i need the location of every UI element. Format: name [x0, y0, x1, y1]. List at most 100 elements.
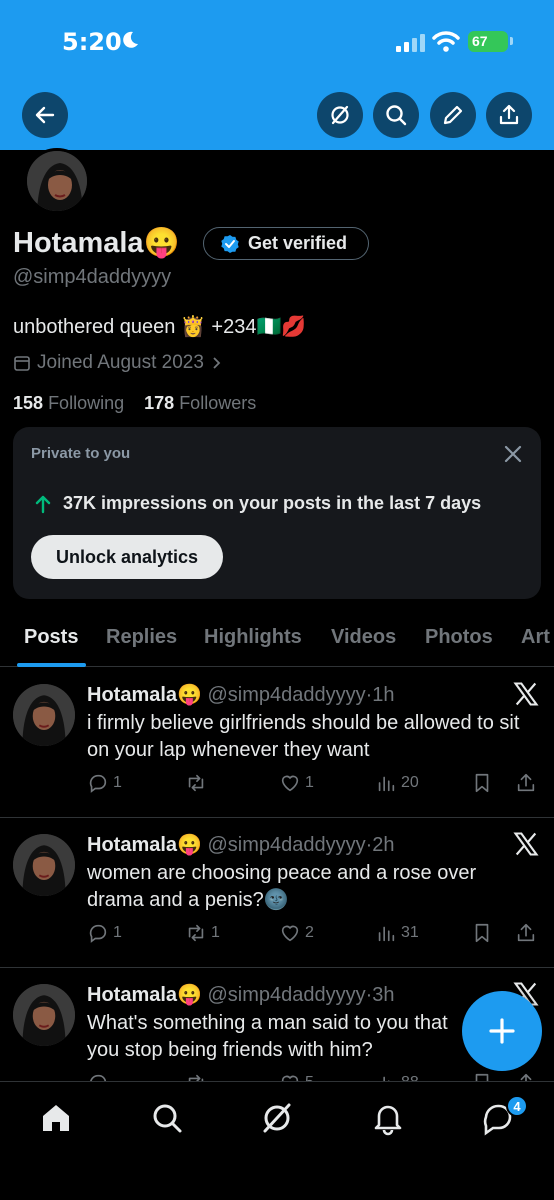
tab-photos[interactable]: Photos: [425, 626, 493, 649]
like-count: 2: [305, 924, 314, 941]
avatar[interactable]: [13, 684, 75, 746]
share-icon: [499, 104, 519, 125]
grok-icon: [331, 105, 349, 125]
x-logo-icon[interactable]: [512, 830, 540, 858]
reply-button[interactable]: 1: [87, 922, 122, 944]
views-icon: [378, 926, 395, 942]
repost-button[interactable]: [185, 772, 211, 794]
profile-name: Hotamala😛: [13, 227, 180, 259]
repost-icon: [188, 924, 204, 942]
like-count: 1: [305, 774, 314, 791]
views-count: 31: [401, 924, 419, 941]
followers-label: Followers: [179, 393, 257, 413]
tab-highlights[interactable]: Highlights: [204, 626, 302, 649]
search-icon[interactable]: [149, 1100, 185, 1136]
following-label: Following: [48, 393, 125, 413]
avatar[interactable]: [13, 834, 75, 896]
views-icon: [378, 776, 395, 792]
chevron-right-icon: [213, 357, 221, 369]
profile-handle: @simp4daddyyyy: [13, 266, 172, 288]
post-actions: 1 1 20: [87, 772, 542, 800]
bookmark-button[interactable]: [471, 922, 493, 944]
verified-badge-icon: [221, 234, 239, 253]
calendar-icon: [14, 356, 30, 371]
repost-icon: [188, 774, 204, 792]
share-button[interactable]: [486, 92, 532, 138]
bookmark-icon: [475, 923, 489, 943]
grok-button[interactable]: [317, 92, 363, 138]
plus-icon: [489, 1018, 515, 1044]
battery-indicator: 67: [468, 31, 508, 52]
post-item[interactable]: Hotamala😛 @simp4daddyyyy·2h women are ch…: [0, 818, 554, 968]
views-button[interactable]: 20: [375, 772, 419, 794]
status-time: 5:20: [62, 28, 122, 56]
joined-date[interactable]: Joined August 2023: [13, 352, 222, 374]
like-button[interactable]: 2: [279, 922, 314, 944]
wifi-icon: [432, 31, 460, 52]
tab-videos[interactable]: Videos: [331, 626, 396, 649]
reply-icon: [89, 774, 107, 793]
following-count: 158: [13, 393, 44, 413]
post-header: Hotamala😛 @simp4daddyyyy·1h: [87, 682, 395, 707]
post-text: i firmly believe girlfriends should be a…: [87, 712, 520, 761]
bottom-navigation: [0, 1081, 554, 1200]
post-author: Hotamala😛: [87, 684, 202, 706]
x-logo-icon[interactable]: [512, 680, 540, 708]
battery-cap: [510, 37, 513, 45]
back-button[interactable]: [22, 92, 68, 138]
bookmark-icon: [475, 773, 489, 793]
edit-button[interactable]: [430, 92, 476, 138]
share-icon: [517, 923, 535, 942]
profile-avatar[interactable]: [24, 148, 90, 214]
followers-count: 178: [144, 393, 175, 413]
views-button[interactable]: 31: [375, 922, 419, 944]
tab-replies[interactable]: Replies: [106, 626, 177, 649]
grok-icon[interactable]: [259, 1100, 295, 1136]
back-arrow-icon: [35, 106, 55, 124]
analytics-card: Private to you 37K impressions on your p…: [13, 427, 541, 599]
post-author: Hotamala😛: [87, 984, 202, 1006]
like-icon: [281, 925, 299, 942]
bookmark-button[interactable]: [471, 772, 493, 794]
home-icon[interactable]: [38, 1100, 74, 1136]
share-icon: [517, 773, 535, 792]
reply-count: 1: [113, 774, 122, 791]
impressions-text: 37K impressions on your posts in the las…: [63, 493, 482, 513]
active-tab-indicator: [17, 663, 86, 667]
post-item[interactable]: Hotamala😛 @simp4daddyyyy·1h i firmly bel…: [0, 668, 554, 818]
post-text: women are choosing peace and a rose over…: [87, 862, 477, 911]
unlock-analytics-button[interactable]: Unlock analytics: [31, 535, 223, 579]
repost-count: 1: [211, 924, 220, 941]
edit-icon: [443, 105, 463, 125]
profile-bio: unbothered queen 👸 +234🇳🇬💋: [13, 316, 307, 338]
close-icon[interactable]: [501, 442, 525, 466]
like-button[interactable]: 1: [279, 772, 314, 794]
post-meta: @simp4daddyyyy·2h: [207, 834, 395, 856]
share-post-button[interactable]: [515, 772, 537, 794]
tab-articles[interactable]: Art: [521, 626, 550, 649]
reply-button[interactable]: 1: [87, 772, 122, 794]
arrow-up-icon: [35, 495, 51, 513]
post-meta: @simp4daddyyyy·1h: [207, 684, 395, 706]
search-button[interactable]: [373, 92, 419, 138]
get-verified-label: Get verified: [248, 233, 348, 253]
compose-button[interactable]: [462, 991, 542, 1071]
tab-posts[interactable]: Posts: [24, 626, 78, 649]
reply-icon: [89, 924, 107, 943]
get-verified-button[interactable]: Get verified: [203, 227, 369, 260]
post-text: What's something a man said to you that …: [87, 1012, 448, 1061]
post-header: Hotamala😛 @simp4daddyyyy·2h: [87, 832, 395, 857]
post-actions: 1 1 2 31: [87, 922, 542, 950]
follow-counts: 158 Following 178 Followers: [13, 393, 256, 414]
impressions-stat: 37K impressions on your posts in the las…: [33, 493, 481, 514]
reply-count: 1: [113, 924, 122, 941]
bell-icon[interactable]: [370, 1100, 406, 1136]
like-icon: [281, 775, 299, 792]
joined-label: Joined August 2023: [37, 352, 204, 373]
signal-icon: [396, 34, 425, 52]
following-link[interactable]: 158 Following: [13, 393, 124, 413]
repost-button[interactable]: 1: [185, 922, 220, 944]
share-post-button[interactable]: [515, 922, 537, 944]
avatar[interactable]: [13, 984, 75, 1046]
followers-link[interactable]: 178 Followers: [144, 393, 256, 413]
